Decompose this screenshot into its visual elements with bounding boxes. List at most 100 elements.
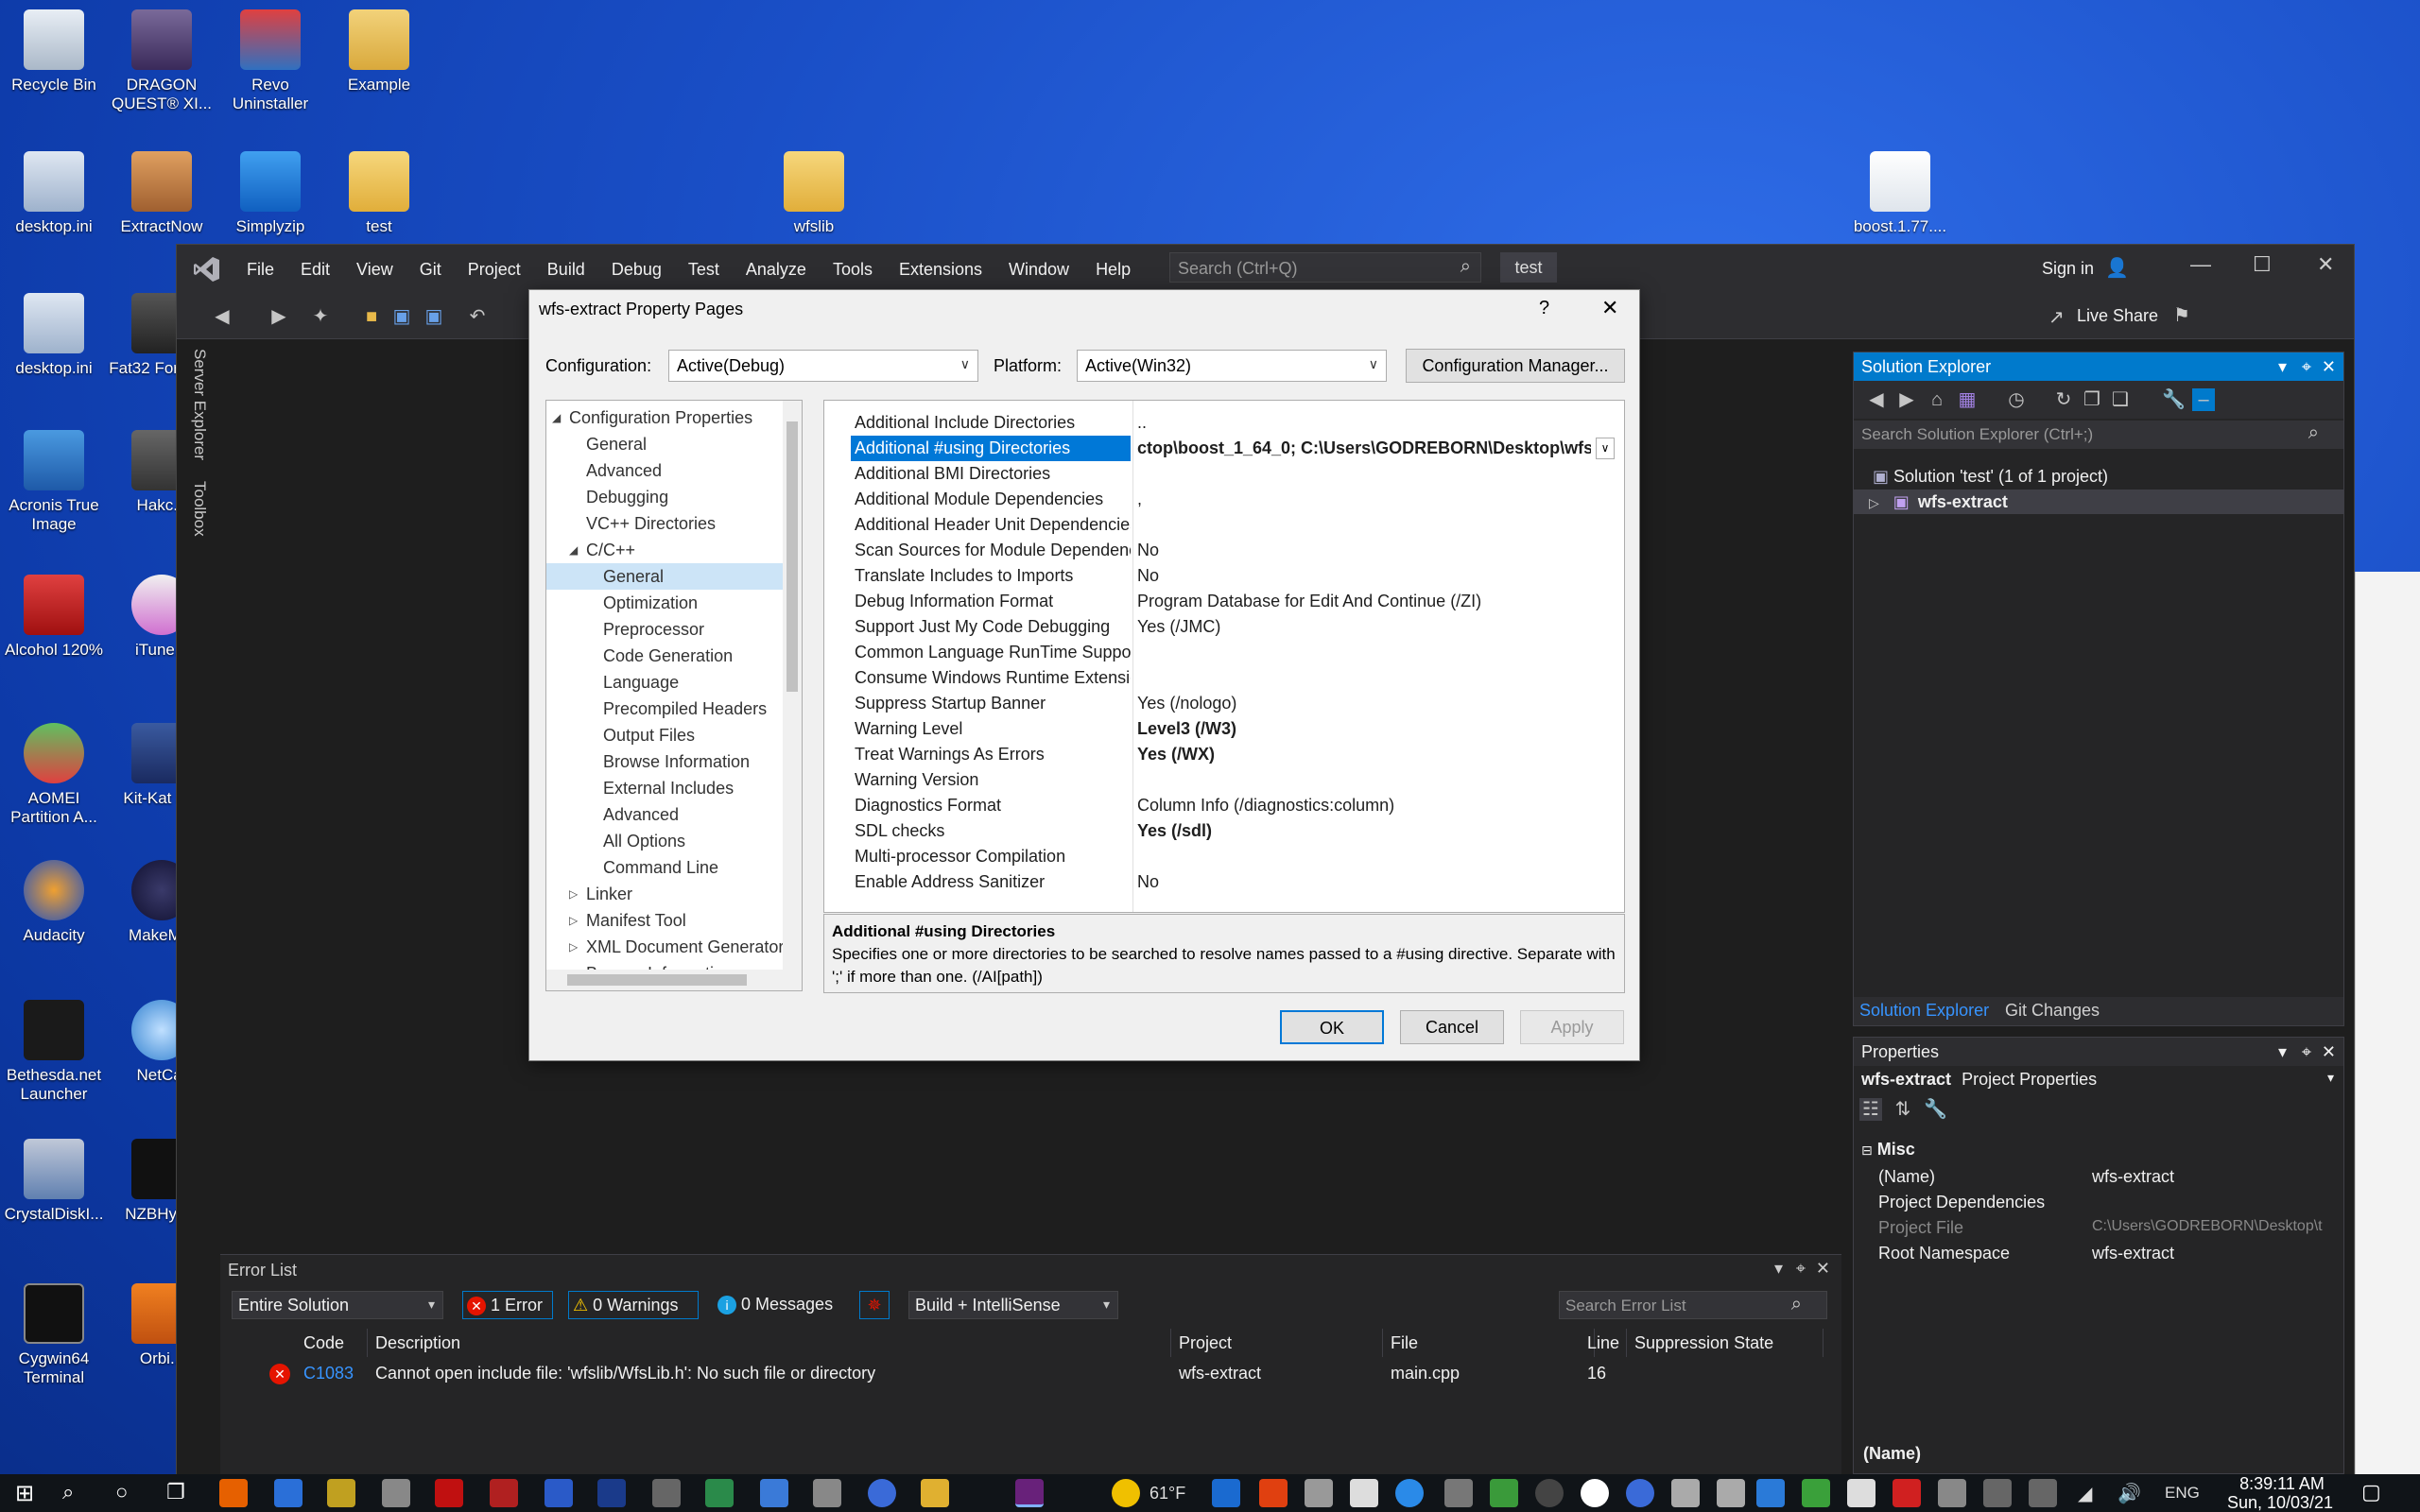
dragon-quest-icon[interactable]: DRAGON QUEST® XI... bbox=[105, 9, 218, 113]
tree-item[interactable]: Output Files bbox=[546, 722, 783, 748]
file-explorer-icon[interactable] bbox=[921, 1479, 949, 1507]
pending-changes-icon[interactable]: ◷ bbox=[2005, 388, 2028, 411]
app-icon[interactable] bbox=[1490, 1479, 1518, 1507]
property-row[interactable]: Additional #using Directories ctop\boost_… bbox=[824, 436, 1624, 461]
steam-icon[interactable] bbox=[1535, 1479, 1564, 1507]
menu-edit[interactable]: Edit bbox=[287, 260, 343, 280]
close-icon[interactable]: ✕ bbox=[2317, 252, 2334, 277]
back-icon[interactable]: ◀ bbox=[211, 305, 233, 328]
tree-item[interactable]: Advanced bbox=[546, 457, 783, 484]
start-icon[interactable]: ⊞ bbox=[15, 1480, 34, 1507]
menu-git[interactable]: Git bbox=[406, 260, 455, 280]
app-icon[interactable] bbox=[1259, 1479, 1288, 1507]
tree-item[interactable]: Code Generation bbox=[546, 643, 783, 669]
home-icon[interactable]: ⌂ bbox=[1926, 388, 1948, 411]
collapse-icon[interactable]: ◢ bbox=[569, 537, 578, 563]
task-view-icon[interactable]: ❐ bbox=[166, 1480, 185, 1504]
app-icon[interactable] bbox=[1626, 1479, 1654, 1507]
app-icon[interactable] bbox=[544, 1479, 573, 1507]
expand-icon[interactable]: ▷ bbox=[569, 907, 578, 934]
menu-tools[interactable]: Tools bbox=[820, 260, 886, 280]
example-file-icon[interactable]: Example bbox=[322, 9, 436, 94]
grid-separator[interactable] bbox=[1132, 401, 1133, 912]
cancel-button[interactable]: Cancel bbox=[1400, 1010, 1504, 1044]
app-icon[interactable] bbox=[2029, 1479, 2057, 1507]
configuration-manager-button[interactable]: Configuration Manager... bbox=[1406, 349, 1625, 383]
ok-button[interactable]: OK bbox=[1280, 1010, 1384, 1044]
firefox-icon[interactable] bbox=[219, 1479, 248, 1507]
property-row[interactable]: Warning Version bbox=[824, 767, 1624, 793]
app-icon[interactable] bbox=[760, 1479, 788, 1507]
filter-icon[interactable]: ✵ bbox=[859, 1291, 890, 1319]
security-icon[interactable] bbox=[1847, 1479, 1876, 1507]
column-description[interactable]: Description bbox=[368, 1329, 1171, 1357]
feedback-icon[interactable]: ⚑ bbox=[2173, 303, 2190, 327]
properties-wrench-icon[interactable]: 🔧 bbox=[2162, 388, 2186, 411]
chevron-down-icon[interactable]: ∨ bbox=[1596, 438, 1615, 459]
recycle-bin-icon[interactable]: Recycle Bin bbox=[0, 9, 111, 94]
bluetooth-icon[interactable] bbox=[1756, 1479, 1785, 1507]
properties-object-selector[interactable]: wfs-extract Project Properties bbox=[1861, 1070, 2097, 1090]
tree-item[interactable]: All Options bbox=[546, 828, 783, 854]
category-header[interactable]: ⊟ Misc bbox=[1861, 1140, 1915, 1160]
sync-icon[interactable]: ↻ bbox=[2052, 388, 2075, 411]
simplyzip-icon[interactable]: Simplyzip bbox=[214, 151, 327, 236]
alphabetical-icon[interactable]: ⇅ bbox=[1892, 1098, 1914, 1121]
toolbox-tab[interactable]: Toolbox bbox=[190, 481, 209, 537]
column-project[interactable]: Project bbox=[1171, 1329, 1383, 1357]
close-icon[interactable]: ✕ bbox=[1601, 296, 1618, 320]
crystaldiskinfo-icon[interactable]: CrystalDiskI... bbox=[0, 1139, 111, 1224]
dropdown-icon[interactable]: ▾ bbox=[2278, 352, 2287, 381]
app-icon[interactable] bbox=[1802, 1479, 1830, 1507]
chevron-down-icon[interactable]: ▾ bbox=[2327, 1070, 2334, 1086]
column-line[interactable]: Line bbox=[1580, 1329, 1627, 1357]
close-icon[interactable]: ✕ bbox=[2322, 1038, 2336, 1066]
app-icon[interactable] bbox=[1717, 1479, 1745, 1507]
app-icon[interactable] bbox=[327, 1479, 355, 1507]
desktop-ini-icon[interactable]: desktop.ini bbox=[0, 293, 111, 378]
pin-icon[interactable]: ⌖ bbox=[1796, 1259, 1806, 1279]
volume-icon[interactable]: 🔊 bbox=[2118, 1482, 2141, 1505]
column-suppression-state[interactable]: Suppression State bbox=[1627, 1329, 1824, 1357]
table-row[interactable]: ✕ C1083 Cannot open include file: 'wfsli… bbox=[220, 1359, 1827, 1387]
property-row[interactable]: Diagnostics Format Column Info (/diagnost… bbox=[824, 793, 1624, 818]
cortana-icon[interactable]: ○ bbox=[115, 1480, 128, 1504]
aomei-icon[interactable]: AOMEI Partition A... bbox=[0, 723, 111, 827]
menu-view[interactable]: View bbox=[343, 260, 406, 280]
column-file[interactable]: File bbox=[1383, 1329, 1595, 1357]
maximize-icon[interactable]: ☐ bbox=[2253, 252, 2272, 277]
filezilla-icon[interactable] bbox=[490, 1479, 518, 1507]
minimize-icon[interactable]: — bbox=[2190, 252, 2211, 277]
visual-studio-taskbar-icon[interactable] bbox=[1015, 1479, 1044, 1507]
menu-file[interactable]: File bbox=[233, 260, 287, 280]
menu-debug[interactable]: Debug bbox=[598, 260, 675, 280]
file-icon[interactable]: boost.1.77.... bbox=[1843, 151, 1957, 236]
menu-test[interactable]: Test bbox=[675, 260, 733, 280]
property-row[interactable]: Support Just My Code Debugging Yes (/JMC) bbox=[824, 614, 1624, 640]
alcohol-icon[interactable]: Alcohol 120% bbox=[0, 575, 111, 660]
switch-views-icon[interactable]: ▦ bbox=[1956, 388, 1979, 411]
acronis-icon[interactable]: Acronis True Image bbox=[0, 430, 111, 534]
tab-solution-explorer[interactable]: Solution Explorer bbox=[1859, 1001, 1989, 1021]
tree-item[interactable]: General bbox=[546, 431, 783, 457]
app-icon[interactable] bbox=[1671, 1479, 1700, 1507]
thunderbird-icon[interactable] bbox=[274, 1479, 302, 1507]
app-icon[interactable] bbox=[1938, 1479, 1966, 1507]
tree-item[interactable]: Debugging bbox=[546, 484, 783, 510]
notifications-icon[interactable]: ▢ bbox=[2361, 1480, 2381, 1504]
save-icon[interactable]: ▣ bbox=[390, 305, 413, 328]
property-row[interactable]: Project File C:\Users\GODREBORN\Desktop\t bbox=[1854, 1215, 2343, 1241]
close-icon[interactable]: ✕ bbox=[1816, 1259, 1830, 1279]
errors-filter-button[interactable]: ✕ 1 Error bbox=[462, 1291, 553, 1319]
network-icon[interactable]: ◢ bbox=[2078, 1482, 2092, 1505]
tree-item[interactable]: ▷ Manifest Tool bbox=[546, 907, 783, 934]
open-folder-icon[interactable]: ■ bbox=[360, 305, 383, 328]
scrollbar-thumb[interactable] bbox=[567, 974, 747, 986]
menu-help[interactable]: Help bbox=[1082, 260, 1144, 280]
build-filter-dropdown[interactable]: Build + IntelliSense ▾ bbox=[908, 1291, 1118, 1319]
property-row[interactable]: SDL checks Yes (/sdl) bbox=[824, 818, 1624, 844]
tree-item[interactable]: External Includes bbox=[546, 775, 783, 801]
categorized-icon[interactable]: ☷ bbox=[1859, 1098, 1882, 1121]
dropdown-icon[interactable]: ▾ bbox=[2278, 1038, 2287, 1066]
language-indicator[interactable]: ENG bbox=[2165, 1484, 2200, 1503]
